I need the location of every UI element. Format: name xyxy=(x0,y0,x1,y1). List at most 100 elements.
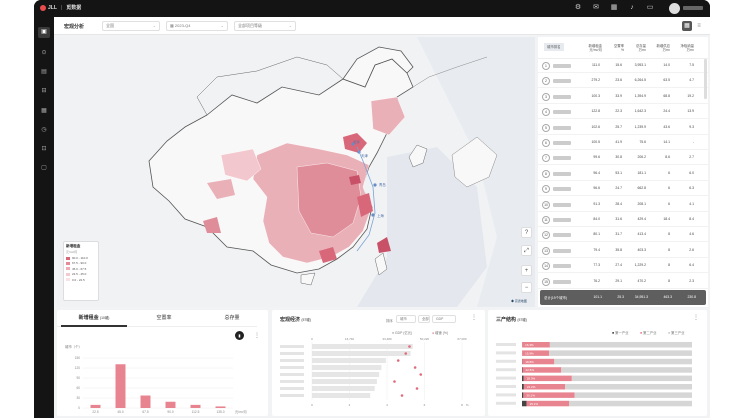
legend-item[interactable]: 0.0 - 22.5 xyxy=(66,278,96,282)
table-cell: 1,229.2 xyxy=(634,263,646,268)
table-row[interactable]: 7 99.6 30.8 206.2 8.6 2.7 xyxy=(538,151,708,166)
property-grade-select[interactable]: 全部项目等级 ⌄ xyxy=(234,21,296,31)
more-options-icon[interactable]: ⋮ xyxy=(693,314,699,321)
table-row[interactable]: 13 79.4 35.8 403.3 8 2.6 xyxy=(538,244,708,258)
table-cell: 63.5 xyxy=(663,78,670,83)
table-cell: 9.3 xyxy=(689,124,694,129)
legend-growth[interactable]: ● 增速 (%) xyxy=(432,330,448,335)
table-row[interactable]: 5 102.6 25.7 1,239.9 43.6 9.3 xyxy=(538,121,708,135)
scope-select[interactable]: 全部 xyxy=(418,315,430,323)
sidebar-item-8[interactable]: ▢ xyxy=(38,163,50,174)
data-label: 16.3% xyxy=(525,343,534,347)
sidebar-item-macro[interactable]: ▣ xyxy=(38,27,50,38)
logo-text: JLL xyxy=(48,4,57,11)
more-options-icon[interactable]: ⋮ xyxy=(254,332,260,339)
sidebar-item-3[interactable]: ▤ xyxy=(38,67,50,78)
map-help-button[interactable]: ? xyxy=(521,227,532,238)
table-row[interactable]: 10 91.3 28.4 208.1 6 4.1 xyxy=(538,198,708,212)
mail-icon[interactable]: ✉ xyxy=(592,4,600,12)
table-cell: 111.0 xyxy=(592,63,600,67)
avatar[interactable] xyxy=(669,3,680,14)
tab-rent[interactable]: 新增租金 (10城) xyxy=(61,310,127,327)
city-name-redacted xyxy=(553,125,571,130)
sidebar-item-4[interactable]: ⊟ xyxy=(38,86,50,97)
table-cell: 100.5 xyxy=(591,140,601,144)
period-select[interactable]: ▦ 2023-Q4 ⌄ xyxy=(166,21,228,31)
brand-logo[interactable]: JLL | 觅数据 xyxy=(40,4,81,11)
histogram-bar xyxy=(165,401,176,408)
bottom-tick-label: 6 xyxy=(424,403,426,407)
tab-stock[interactable]: 总存量 xyxy=(199,310,265,327)
chart-toggle-button[interactable]: ▮ xyxy=(235,331,244,340)
bell-icon[interactable]: ♪ xyxy=(628,4,636,12)
sidebar-item-5[interactable]: ▦ xyxy=(38,106,50,117)
sidebar-item-7[interactable]: ⊡ xyxy=(38,144,50,155)
top-tick-label: 67,000 xyxy=(457,337,467,341)
legend-item[interactable]: 90.0 - 110.0 xyxy=(66,256,96,260)
region-select[interactable]: 全国 ⌄ xyxy=(102,21,160,31)
calendar-icon[interactable]: ▦ xyxy=(610,4,618,12)
rank-badge: 5 xyxy=(542,123,550,132)
table-cell: 13.9 xyxy=(687,109,694,114)
table-row[interactable]: 14 77.3 27.4 1,229.2 8 6.4 xyxy=(538,259,708,274)
legend-secondary[interactable]: ■ 第二产业 xyxy=(640,330,657,335)
china-map[interactable]: 北京 天津 青岛 上海 新增租金 元/m²/月 90.0 - 110.0 67.… xyxy=(57,37,535,307)
fullscreen-icon[interactable]: ⤢ xyxy=(521,245,532,256)
table-cell: 33.9 xyxy=(615,93,622,98)
chat-icon[interactable]: ▭ xyxy=(646,4,654,12)
metric-select[interactable]: GDP xyxy=(432,315,456,323)
table-cell: 206.2 xyxy=(637,155,647,160)
legend-primary[interactable]: ■ 第一产业 xyxy=(612,330,629,335)
legend-tertiary[interactable]: ■ 第三产业 xyxy=(668,330,685,335)
table-row[interactable]: 8 96.4 53.1 181.1 6 6.0 xyxy=(538,167,708,181)
table-cell: 91.3 xyxy=(593,201,600,206)
column-header-stock[interactable]: 总存量 万m² xyxy=(624,44,646,52)
table-row[interactable]: 9 96.6 24.7 662.8 6 6.3 xyxy=(538,182,708,197)
city-name-redacted xyxy=(496,368,516,372)
table-row[interactable]: 1 111.0 15.6 3,953.1 14.0 7.5 xyxy=(538,59,708,73)
legend-gdp[interactable]: ■ GDP (亿元) xyxy=(392,330,412,335)
legend-item[interactable]: 22.5 - 45.0 xyxy=(66,272,96,276)
table-row[interactable]: 12 80.1 31.7 413.4 8 4.6 xyxy=(538,228,708,243)
x-tick-label: 22.5 xyxy=(92,410,98,414)
sort-select[interactable]: 城市 xyxy=(396,315,416,323)
data-label: 18.8% xyxy=(525,360,534,364)
table-row[interactable]: 6 100.5 41.9 75.6 14.1 - xyxy=(538,136,708,150)
table-cell: 80.1 xyxy=(593,232,600,237)
table-row[interactable]: 11 84.0 31.6 429.4 18.4 8.4 xyxy=(538,213,708,227)
column-header-rent[interactable]: 新增租金 元/m²/月 xyxy=(580,44,602,52)
sidebar-item-2[interactable]: ⊙ xyxy=(38,48,50,59)
sidebar-item-6[interactable]: ◷ xyxy=(38,125,50,136)
table-cell: 470.2 xyxy=(637,278,647,283)
tab-vacancy[interactable]: 空置率 xyxy=(131,310,197,327)
legend-item[interactable]: 45.0 - 67.5 xyxy=(66,267,96,271)
legend-item[interactable]: 67.5 - 90.0 xyxy=(66,261,96,265)
username-redacted[interactable] xyxy=(683,6,703,10)
column-header-rank[interactable]: 城市排名 xyxy=(544,43,564,51)
grid-view-button[interactable]: ▦ xyxy=(682,21,692,31)
app-window: JLL | 觅数据 ⚙ ✉ ▦ ♪ ▭ ▣ ⊙ ▤ ⊟ ▦ ◷ ⊡ ▢ 宏观分析… xyxy=(34,0,710,418)
chevron-down-icon: ⌄ xyxy=(152,23,156,28)
topbar-icons: ⚙ ✉ ▦ ♪ ▭ xyxy=(574,4,654,12)
histogram-bar xyxy=(140,395,151,408)
table-cell: 43.6 xyxy=(663,124,670,129)
settings-icon[interactable]: ⚙ xyxy=(574,4,582,12)
table-cell: 6.0 xyxy=(689,170,694,175)
column-header-vacancy[interactable]: 空置率% xyxy=(602,44,624,52)
zoom-in-icon[interactable]: + xyxy=(521,265,532,276)
data-label: 28.3% xyxy=(527,377,536,381)
table-row[interactable]: 4 122.8 22.3 1,642.3 24.4 13.9 xyxy=(538,105,708,120)
city-name-redacted xyxy=(496,343,516,346)
column-header-supply[interactable]: 新增供应 万m² xyxy=(648,44,670,52)
more-options-icon[interactable]: ⋮ xyxy=(471,314,477,321)
table-cell: 6.3 xyxy=(689,186,694,191)
zoom-out-icon[interactable]: − xyxy=(521,282,532,293)
list-view-button[interactable]: ≡ xyxy=(694,21,704,31)
x-tick-label: 135.0 xyxy=(217,410,225,414)
table-scrollbar[interactable] xyxy=(704,59,707,99)
table-row[interactable]: 3 100.3 33.9 1,394.9 68.8 19.2 xyxy=(538,90,708,104)
table-row[interactable]: 2 279.2 23.6 6,264.5 63.5 4.7 xyxy=(538,74,708,89)
panel-title: 三产结构 (57城) xyxy=(496,317,527,323)
column-header-absorption[interactable]: 净吸纳量 万m² xyxy=(672,44,694,52)
table-row[interactable]: 15 76.2 29.1 470.2 8 2.3 xyxy=(538,275,708,289)
